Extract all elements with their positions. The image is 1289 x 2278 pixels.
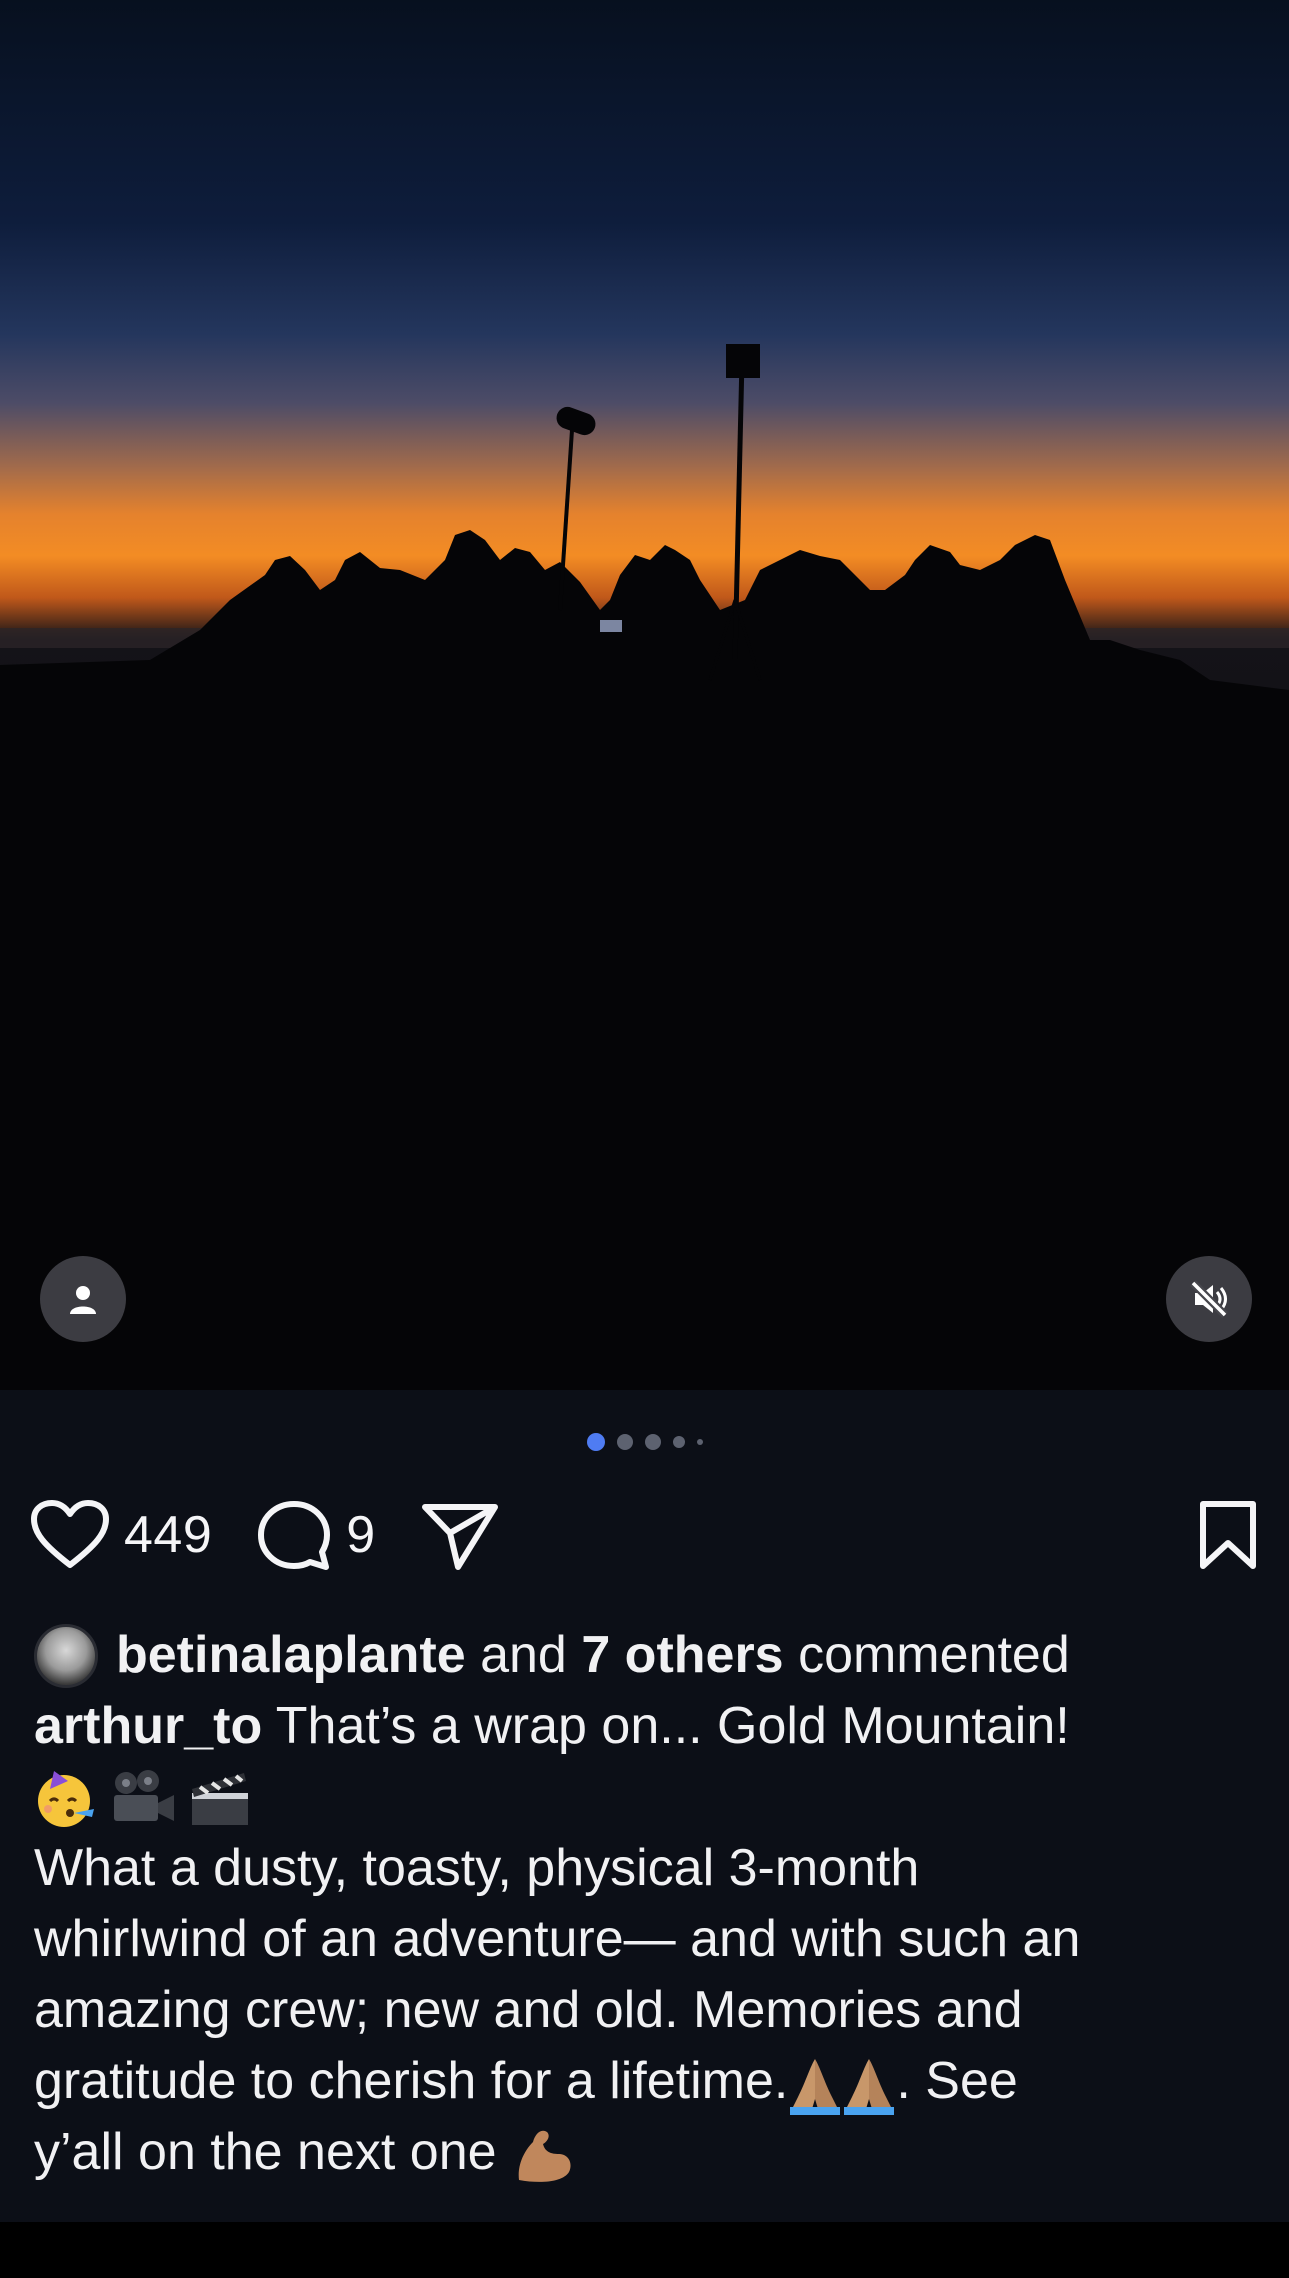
movie-camera-icon: [114, 1769, 174, 1821]
commented-others[interactable]: 7 others: [581, 1620, 783, 1691]
save-action: [1197, 1499, 1259, 1571]
caption-line: gratitude to cherish for a lifetime.: [34, 2052, 789, 2110]
carousel-dot: [616, 1434, 633, 1450]
carousel-dot: [644, 1434, 661, 1450]
caption-line: y’all on the next one: [34, 2123, 497, 2181]
action-bar: 449 9: [30, 1495, 1259, 1575]
commented-suffix: commented: [798, 1626, 1070, 1684]
caption-line-with-emoji: y’all on the next one: [34, 2117, 1264, 2188]
carousel-dot: [672, 1436, 685, 1448]
caption-line: What a dusty, toasty, physical 3-month: [34, 1839, 920, 1897]
likes-count[interactable]: 449: [124, 1505, 212, 1565]
commenter-username[interactable]: betinalaplante: [116, 1620, 466, 1691]
post-media[interactable]: [0, 0, 1289, 1390]
folded-hands-icon: [790, 2059, 841, 2116]
sunset-photo: [0, 0, 1289, 1390]
avatar[interactable]: [34, 1623, 98, 1688]
share-action: [420, 1499, 500, 1571]
commented-and: and: [480, 1626, 567, 1684]
bookmark-icon[interactable]: [1197, 1499, 1259, 1571]
post-caption: betinalaplante and 7 others commented ar…: [34, 1620, 1264, 2188]
speaker-muted-icon: [1190, 1280, 1228, 1318]
commented-summary[interactable]: betinalaplante and 7 others commented: [34, 1620, 1264, 1691]
person-tag-icon: [70, 1286, 96, 1314]
flexed-biceps-icon: [518, 2130, 571, 2183]
paper-plane-icon[interactable]: [420, 1499, 500, 1571]
caption-text: That’s a wrap on... Gold Mountain!: [275, 1697, 1070, 1755]
carousel-dot: [696, 1439, 703, 1445]
caption-line-with-emoji: gratitude to cherish for a lifetime. . S…: [34, 2046, 1264, 2117]
comment-action: 9: [256, 1499, 375, 1571]
bottom-bar: [0, 2222, 1289, 2278]
heart-icon[interactable]: [30, 1499, 110, 1571]
carousel-indicator: [0, 1430, 1289, 1454]
partying-face-icon: [38, 1770, 94, 1827]
tagged-people-button[interactable]: [40, 1256, 126, 1342]
clapper-board-icon: [192, 1772, 248, 1825]
carousel-dot-active: [586, 1433, 605, 1451]
caption-line: . See: [896, 2052, 1018, 2110]
folded-hands-icon: [844, 2059, 895, 2116]
caption-line: whirlwind of an adventure— and with such…: [34, 1910, 1081, 1968]
caption-first-line: arthur_to That’s a wrap on... Gold Mount…: [34, 1691, 1264, 1762]
emoji-row: [34, 1762, 1264, 1833]
like-action: 449: [30, 1499, 212, 1571]
mute-button[interactable]: [1166, 1256, 1252, 1342]
comments-count[interactable]: 9: [346, 1505, 375, 1565]
comment-bubble-icon[interactable]: [256, 1499, 332, 1571]
caption-line: amazing crew; new and old. Memories and: [34, 1981, 1023, 2039]
author-username[interactable]: arthur_to: [34, 1697, 262, 1755]
